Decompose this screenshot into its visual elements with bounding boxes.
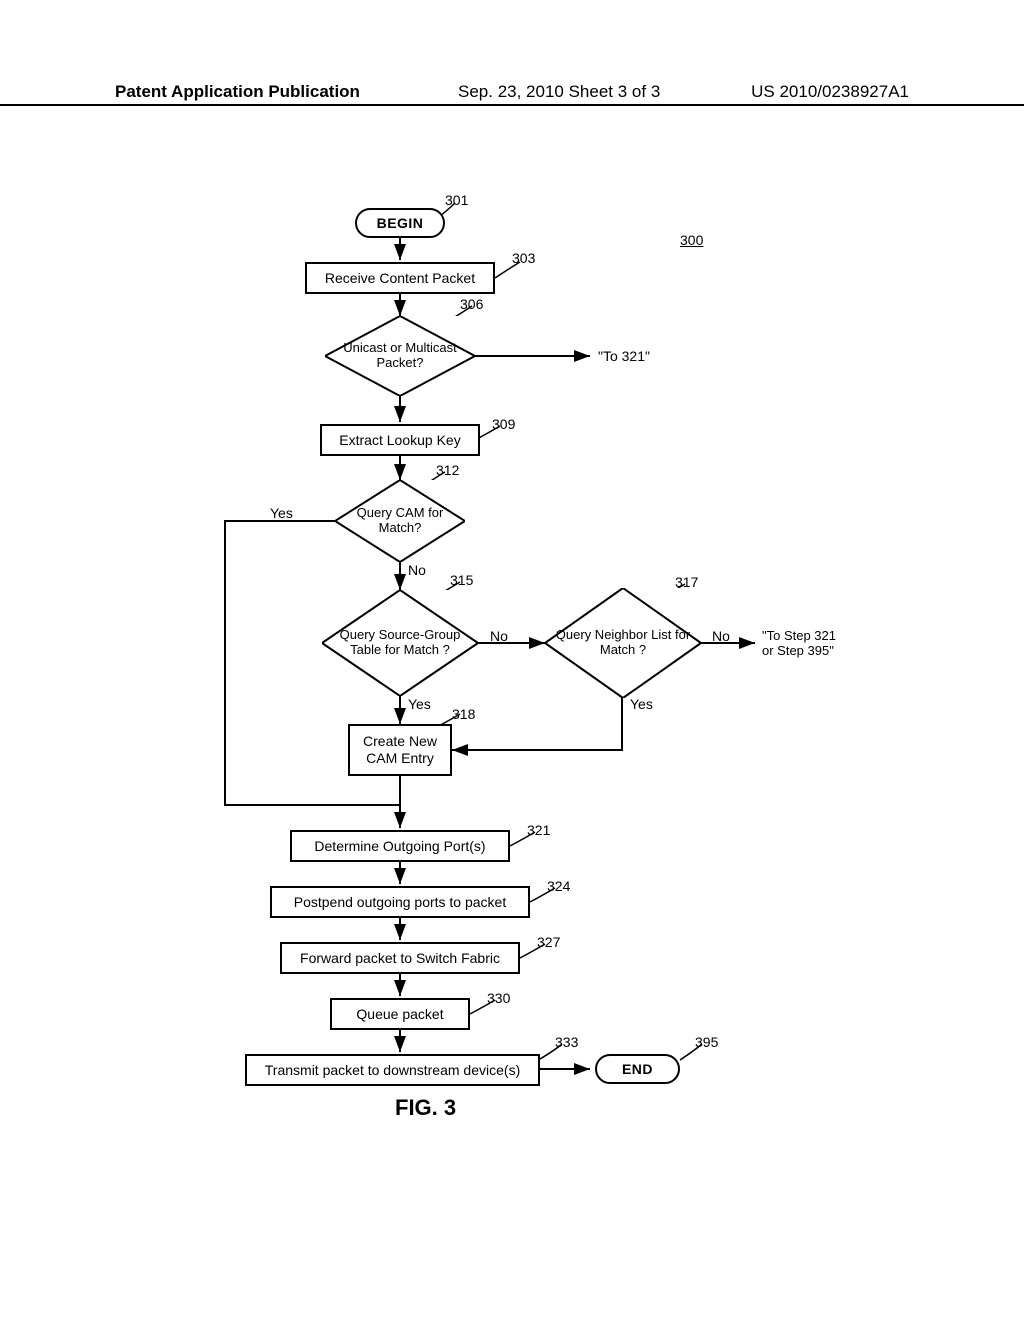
n317-label: Query Neighbor List for Match ? bbox=[545, 588, 701, 698]
n317-right-text: "To Step 321 or Step 395" bbox=[762, 628, 836, 658]
ref-395: 395 bbox=[695, 1034, 718, 1050]
n309-label: Extract Lookup Key bbox=[339, 432, 460, 449]
receive-content-packet: Receive Content Packet bbox=[305, 262, 495, 294]
begin-label: BEGIN bbox=[377, 215, 424, 232]
extract-lookup-key: Extract Lookup Key bbox=[320, 424, 480, 456]
n317-no: No bbox=[712, 628, 730, 644]
figure-caption: FIG. 3 bbox=[395, 1095, 456, 1121]
postpend-outgoing-ports: Postpend outgoing ports to packet bbox=[270, 886, 530, 918]
ref-321: 321 bbox=[527, 822, 550, 838]
query-cam-decision: Query CAM for Match? bbox=[335, 480, 465, 562]
ref-327: 327 bbox=[537, 934, 560, 950]
n318-label: Create New CAM Entry bbox=[363, 733, 437, 767]
n312-no: No bbox=[408, 562, 426, 578]
end-terminator: END bbox=[595, 1054, 680, 1084]
ref-318: 318 bbox=[452, 706, 475, 722]
ref-309: 309 bbox=[492, 416, 515, 432]
n321-label: Determine Outgoing Port(s) bbox=[314, 838, 485, 855]
end-label: END bbox=[622, 1061, 653, 1078]
query-source-group-decision: Query Source-Group Table for Match ? bbox=[322, 590, 478, 696]
n317-yes: Yes bbox=[630, 696, 653, 712]
ref-301: 301 bbox=[445, 192, 468, 208]
n312-label: Query CAM for Match? bbox=[335, 480, 465, 562]
begin-terminator: BEGIN bbox=[355, 208, 445, 238]
forward-packet-switch-fabric: Forward packet to Switch Fabric bbox=[280, 942, 520, 974]
ref-317: 317 bbox=[675, 574, 698, 590]
n306-right-text: "To 321" bbox=[598, 348, 650, 364]
query-neighbor-list-decision: Query Neighbor List for Match ? bbox=[545, 588, 701, 698]
n315-no: No bbox=[490, 628, 508, 644]
ref-324: 324 bbox=[547, 878, 570, 894]
ref-330: 330 bbox=[487, 990, 510, 1006]
n333-label: Transmit packet to downstream device(s) bbox=[265, 1062, 520, 1079]
ref-333: 333 bbox=[555, 1034, 578, 1050]
n315-yes: Yes bbox=[408, 696, 431, 712]
ref-303: 303 bbox=[512, 250, 535, 266]
create-new-cam-entry: Create New CAM Entry bbox=[348, 724, 452, 776]
n330-label: Queue packet bbox=[356, 1006, 443, 1023]
n303-label: Receive Content Packet bbox=[325, 270, 475, 287]
ref-306: 306 bbox=[460, 296, 483, 312]
n312-yes: Yes bbox=[270, 505, 293, 521]
arrows-layer bbox=[0, 0, 1024, 1320]
n315-label: Query Source-Group Table for Match ? bbox=[322, 590, 478, 696]
page-canvas: Patent Application Publication Sep. 23, … bbox=[0, 0, 1024, 1320]
unicast-or-multicast-decision: Unicast or Multicast Packet? bbox=[325, 316, 475, 396]
ref-312: 312 bbox=[436, 462, 459, 478]
n327-label: Forward packet to Switch Fabric bbox=[300, 950, 500, 967]
ref-315: 315 bbox=[450, 572, 473, 588]
determine-outgoing-ports: Determine Outgoing Port(s) bbox=[290, 830, 510, 862]
transmit-packet-downstream: Transmit packet to downstream device(s) bbox=[245, 1054, 540, 1086]
n306-label: Unicast or Multicast Packet? bbox=[325, 316, 475, 396]
n324-label: Postpend outgoing ports to packet bbox=[294, 894, 506, 911]
queue-packet: Queue packet bbox=[330, 998, 470, 1030]
